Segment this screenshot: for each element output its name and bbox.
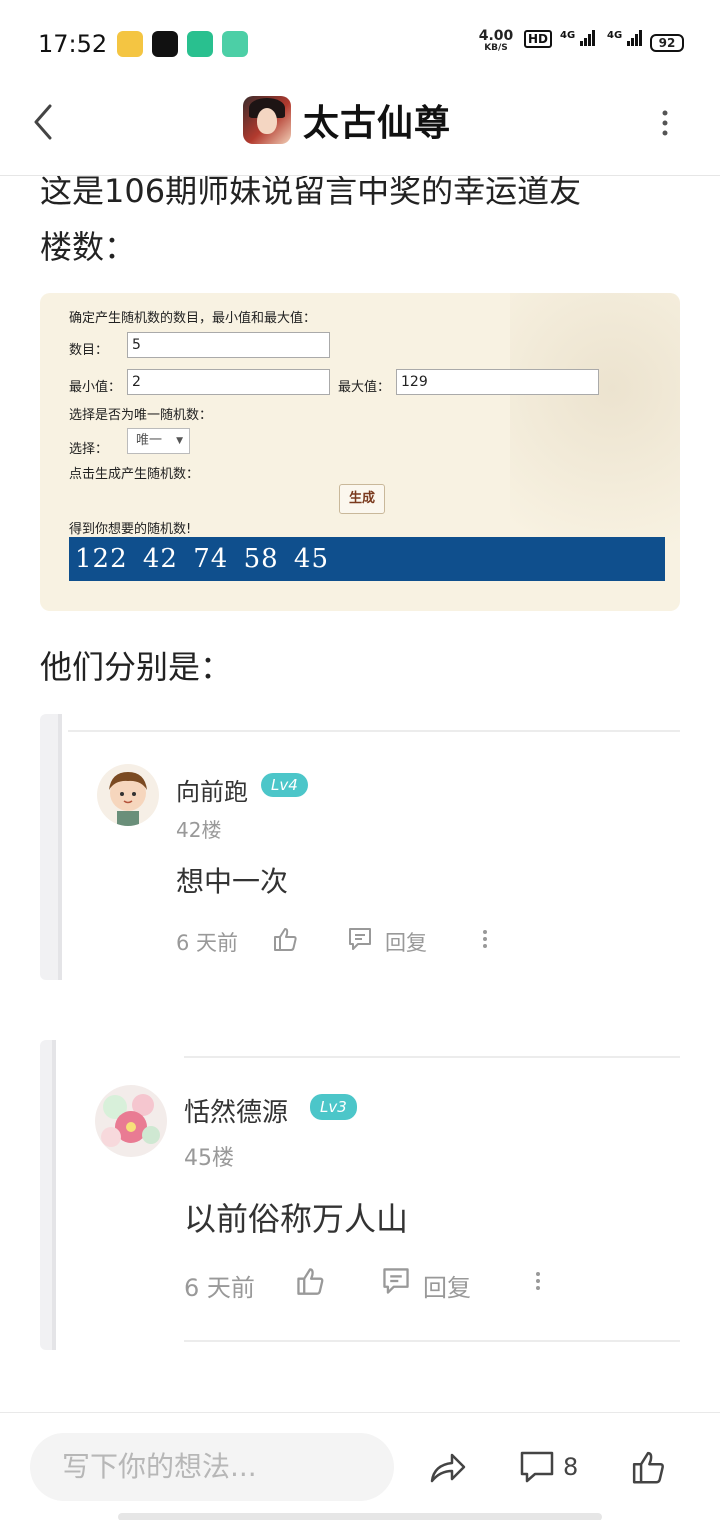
signal-4g-2: 4G: [607, 30, 643, 48]
quoted-comment-card[interactable]: 向前跑 Lv4 42楼 想中一次 6 天前 回复: [40, 714, 680, 980]
rn-intro: 确定产生随机数的数目，最小值和最大值：: [69, 311, 317, 326]
level-badge: Lv3: [310, 1094, 357, 1120]
share-arrow-icon[interactable]: [428, 1449, 468, 1485]
bottom-action-bar: 写下你的想法... 8: [0, 1412, 720, 1520]
dropdown-arrow-icon: ▼: [176, 436, 183, 446]
avatar[interactable]: [95, 1085, 167, 1157]
floor-number: 42楼: [176, 818, 222, 842]
commenter-name[interactable]: 向前跑: [176, 772, 248, 807]
signal-bars-icon: [579, 30, 595, 46]
comment-input[interactable]: 写下你的想法...: [30, 1433, 394, 1501]
avatar[interactable]: [97, 764, 159, 826]
game-avatar: [243, 96, 291, 144]
rn-unique-prompt: 选择是否为唯一随机数：: [69, 408, 213, 423]
rn-select-label: 选择：: [69, 442, 109, 457]
reply-button[interactable]: 回复: [385, 927, 427, 957]
cartoon-boy-avatar-icon: [109, 772, 147, 826]
rn-count-label: 数目：: [69, 343, 109, 358]
rn-count-field: 5: [127, 332, 330, 358]
commenter-name[interactable]: 恬然德源: [184, 1092, 288, 1129]
rn-result-value: 122 42 74 58 45: [69, 537, 665, 581]
page-title: 太古仙尊: [303, 103, 452, 144]
status-bar: 17:52 4.00 KB/S HD 4G 4G 92: [0, 0, 720, 88]
top-nav-bar: 太古仙尊: [0, 88, 720, 176]
rn-click-prompt: 点击生成产生随机数：: [69, 467, 200, 482]
net-speed: 4.00 KB/S: [478, 28, 514, 53]
post-text-line: 他们分别是：: [40, 648, 233, 686]
capcut-icon: [152, 31, 178, 57]
like-thumb-icon[interactable]: [630, 1449, 666, 1485]
comment-bubble-icon[interactable]: [519, 1449, 555, 1485]
more-options-icon[interactable]: [655, 108, 675, 138]
signal-bars-icon: [626, 30, 642, 46]
level-badge: Lv4: [261, 773, 308, 797]
comment-time: 6 天前: [176, 931, 239, 955]
comment-count: 8: [563, 1453, 579, 1481]
rn-generate-button: 生成: [339, 484, 385, 514]
hd-badge: HD: [524, 30, 553, 48]
floor-number: 45楼: [184, 1146, 234, 1171]
reply-comment-icon[interactable]: [381, 1266, 411, 1296]
battery-indicator: 92: [650, 34, 684, 52]
app-notification-icon: [187, 31, 213, 57]
signal-4g-1: 4G: [560, 30, 596, 48]
quoted-comment-card[interactable]: 恬然德源 Lv3 45楼 以前俗称万人山 6 天前 回复: [40, 1040, 680, 1350]
gesture-bar: [118, 1513, 602, 1520]
reply-comment-icon[interactable]: [347, 926, 373, 952]
comment-text: 想中一次: [176, 865, 289, 898]
rn-max-field: 129: [396, 369, 599, 395]
random-number-screenshot[interactable]: 确定产生随机数的数目，最小值和最大值： 数目： 5 最小值： 2 最大值： 12…: [40, 293, 680, 611]
weibo-icon: [117, 31, 143, 57]
like-thumb-icon[interactable]: [272, 926, 298, 952]
flower-avatar-icon: [101, 1094, 160, 1147]
rn-min-label: 最小值：: [69, 380, 122, 395]
comment-text: 以前俗称万人山: [184, 1200, 409, 1238]
comment-time: 6 天前: [184, 1274, 255, 1302]
more-vertical-icon[interactable]: [480, 926, 490, 952]
reply-button[interactable]: 回复: [423, 1268, 471, 1303]
app-notification-icon-2: [222, 31, 248, 57]
rn-select: 唯一 ▼: [127, 428, 190, 454]
back-arrow-icon[interactable]: [30, 102, 58, 142]
status-time: 17:52: [38, 30, 108, 58]
rn-result-label: 得到你想要的随机数!: [69, 522, 192, 537]
post-text-line: 楼数：: [40, 228, 137, 266]
like-thumb-icon[interactable]: [295, 1266, 325, 1296]
more-vertical-icon[interactable]: [533, 1266, 543, 1296]
forum-title-group[interactable]: 太古仙尊: [243, 95, 451, 145]
rn-max-label: 最大值：: [338, 380, 391, 395]
rn-min-field: 2: [127, 369, 330, 395]
